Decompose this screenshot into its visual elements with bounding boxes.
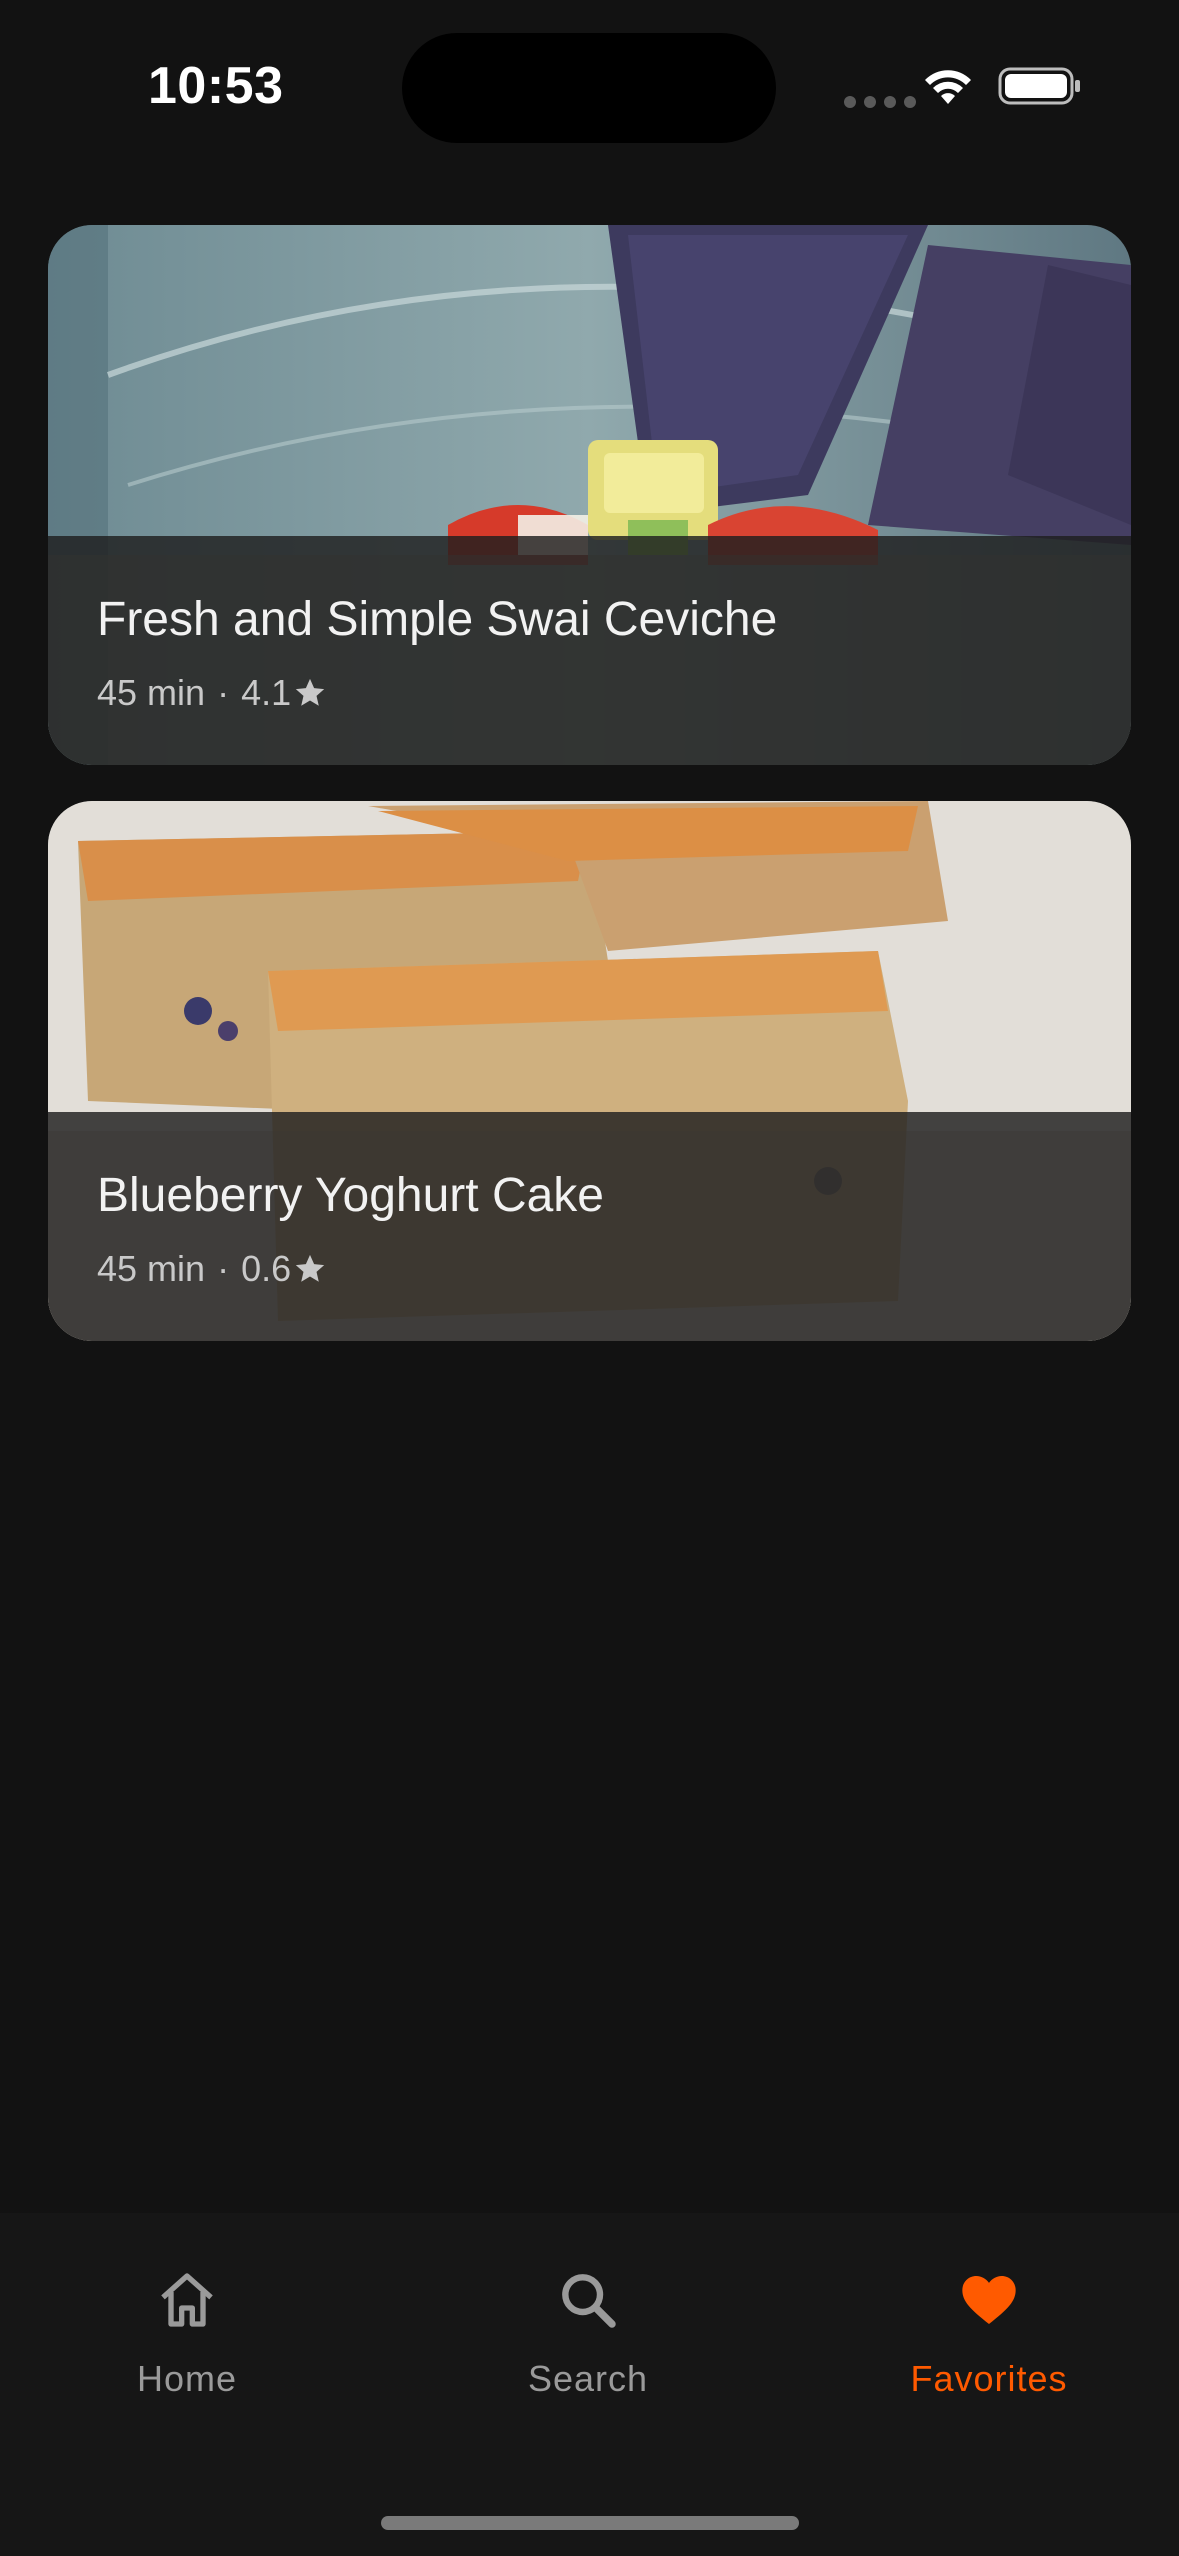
star-icon — [295, 1254, 325, 1282]
meta-separator: · — [217, 672, 230, 713]
recipe-card[interactable]: Blueberry Yoghurt Cake 45 min · 0.6 — [48, 801, 1131, 1341]
meta-separator: · — [217, 1248, 230, 1289]
home-indicator[interactable] — [381, 2516, 799, 2530]
tab-search-label: Search — [527, 2358, 649, 2399]
dynamic-island — [402, 33, 776, 143]
favorites-list: Fresh and Simple Swai Ceviche 45 min · 4… — [48, 225, 1131, 1377]
recipe-time: 45 min — [97, 1248, 206, 1289]
tab-search[interactable]: Search — [438, 2268, 738, 2400]
battery-icon — [998, 67, 1080, 105]
search-icon — [562, 2274, 616, 2328]
heart-icon — [962, 2276, 1016, 2324]
tab-favorites-label: Favorites — [910, 2358, 1068, 2399]
recipe-rating: 4.1 — [241, 672, 292, 713]
tab-home-label: Home — [136, 2358, 238, 2399]
tab-home[interactable]: Home — [37, 2268, 337, 2400]
recipe-title: Blueberry Yoghurt Cake — [97, 1169, 604, 1222]
recipe-title: Fresh and Simple Swai Ceviche — [97, 593, 778, 646]
wifi-icon — [925, 70, 971, 104]
recipe-meta: 45 min · 4.1 — [97, 672, 327, 714]
status-time: 10:53 — [148, 57, 284, 115]
bottom-navigation: Home Search Favorites — [0, 2213, 1179, 2556]
star-icon — [295, 678, 325, 706]
tab-favorites[interactable]: Favorites — [839, 2268, 1139, 2400]
card-caption-overlay — [48, 536, 1131, 765]
status-bar: 10:53 — [0, 0, 1179, 150]
cellular-signal-icon — [844, 96, 916, 108]
recipe-meta: 45 min · 0.6 — [97, 1248, 327, 1290]
recipe-time: 45 min — [97, 672, 206, 713]
recipe-card[interactable]: Fresh and Simple Swai Ceviche 45 min · 4… — [48, 225, 1131, 765]
home-icon — [161, 2273, 213, 2327]
recipe-rating: 0.6 — [241, 1248, 292, 1289]
card-caption-overlay — [48, 1112, 1131, 1341]
